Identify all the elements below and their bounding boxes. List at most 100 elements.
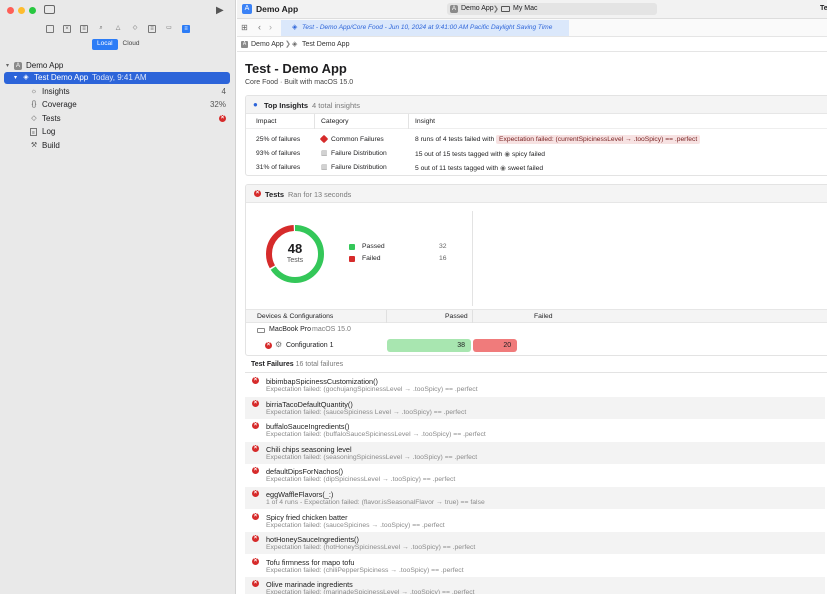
test-navigator-icon[interactable]: ◇ [131,25,139,33]
sidebar-item-tests[interactable]: ◇ Tests × [0,113,236,125]
test-failure-row[interactable]: × Olive marinade ingredients Expectation f… [245,577,825,594]
column-divider [314,114,315,129]
passed-legend-swatch [349,244,355,250]
insight-text-prefix: 15 out of 15 tests tagged with [415,151,503,158]
sidebar-item-insights[interactable]: ☼ Insights 4 [0,86,236,98]
insight-category: Failure Distribution [331,150,387,157]
insight-row[interactable]: 25% of failures Common Failures 8 runs o… [246,134,827,147]
run-button[interactable]: ▶ [216,5,224,16]
symbol-navigator-icon[interactable]: ≡ [80,25,88,33]
test-failure-row[interactable]: × birriaTacoDefaultQuantity() Expectation … [245,396,825,419]
failure-badge-icon: × [219,115,226,122]
legend-label: Failed [362,255,381,262]
test-failure-row[interactable]: × hotHoneySauceIngredients() Expectation f… [245,532,825,555]
zoom-window-button[interactable] [29,7,36,14]
configuration-name[interactable]: Configuration 1 [286,342,333,349]
tag-text: sweet failed [507,165,544,172]
failure-message: 1 of 4 runs - Expectation failed: (flavo… [266,499,485,506]
tag-icon: ◉ [504,151,511,158]
test-name: Tofu firmness for mapo tofu [266,557,355,567]
disclosure-chevron-icon[interactable]: ▾ [14,72,17,84]
failures-title: Test Failures [251,361,294,368]
tag-icon: ◉ [500,165,506,172]
failure-message: Expectation failed: (marinadeSpicinessLe… [266,589,475,594]
issue-navigator-icon[interactable]: △ [114,25,122,33]
insight-row[interactable]: 31% of failures ▥ Failure Distribution 5… [246,162,827,175]
failure-badge-icon: × [254,190,261,197]
panel-title: Top Insights [264,101,309,110]
failed-legend-swatch [349,256,355,262]
column-header[interactable]: Impact [256,118,276,125]
insight-impact: 25% of failures [256,136,301,143]
tab-path: Test - Demo App/Core Food - Jun 10, 2024… [302,24,553,31]
insight-row[interactable]: 93% of failures ▥ Failure Distribution 1… [246,148,827,161]
test-diamond-icon: ◈ [292,24,298,31]
column-divider [472,310,473,323]
device-os: macOS 15.0 [312,326,351,333]
navigator-selector-bar: × ≡ ⌕ △ ◇ ≡ ▭ ≡ [0,22,236,36]
column-header[interactable]: Category [321,118,349,125]
test-failure-row[interactable]: × Spicy fried chicken batter Expectation f… [245,510,825,532]
app-icon: A [14,62,22,70]
braces-icon: {} [31,101,37,108]
test-name: buffaloSauceIngredients() [266,422,350,432]
breadcrumb-item[interactable]: Test Demo App [302,37,349,52]
distribution-icon: ▥ [321,164,328,171]
test-failure-row[interactable]: × Tofu firmness for mapo tofu Expectation … [245,555,825,577]
test-name: birriaTacoDefaultQuantity() [266,399,353,409]
sidebar-item-label: Coverage [42,100,77,109]
test-failure-row[interactable]: × defaultDipsForNachos() Expectation faile… [245,464,825,486]
run-destination[interactable]: My Mac [513,5,538,12]
failure-badge-icon: × [252,535,259,543]
breakpoint-navigator-icon[interactable]: ▭ [165,25,173,33]
test-failure-row[interactable]: × buffaloSauceIngredients() Expectation fa… [245,419,825,441]
segment-local[interactable]: Local [92,39,118,50]
jump-bar: ⊞ ‹ › ◈ Test - Demo App/Core Food - Jun … [237,19,827,37]
project-name: Demo App [26,61,64,70]
disclosure-chevron-icon[interactable]: ▾ [6,60,9,72]
toolbar: A Demo App A Demo App ❯ My Mac Te [237,0,827,19]
failure-message: Expectation failed: (chiliPepperSpicines… [266,566,464,574]
find-navigator-icon[interactable]: ⌕ [97,25,105,33]
tree-project[interactable]: ▾ A Demo App [0,60,236,72]
test-failure-row[interactable]: × Chili chips seasoning level Expectation … [245,441,825,464]
sidebar-item-count: 32% [209,100,226,109]
failures-count: 16 total failures [295,361,344,368]
distribution-icon: ▥ [321,150,328,157]
sidebar-toggle-icon[interactable] [44,5,55,14]
column-divider [386,310,387,323]
project-navigator-icon[interactable] [46,25,54,33]
breadcrumb-item[interactable]: Demo App [251,37,284,52]
close-window-button[interactable] [7,7,14,14]
back-arrow-icon[interactable]: ‹ [258,22,261,32]
sidebar-item-coverage[interactable]: {} Coverage 32% [0,99,236,111]
sidebar-item-build[interactable]: ⚒ Build [0,140,236,152]
passed-count-bar[interactable]: 38 [387,339,471,352]
column-header[interactable]: Insight [415,118,435,125]
failed-count-bar[interactable]: 20 [473,339,518,352]
failure-message: Expectation failed: (dipSpicinessLevel →… [266,476,456,484]
column-header[interactable]: Devices & Configurations [257,313,333,320]
failure-message: Expectation failed: (gochujangSpicinessL… [266,386,478,393]
panel-duration: Ran for 13 seconds [288,190,352,199]
segment-cloud[interactable]: Cloud [118,39,145,50]
column-header[interactable]: Passed [445,313,468,320]
test-failure-row[interactable]: × eggWaffleFlavors(_:) 1 of 4 runs - Expec… [245,487,825,509]
grid-icon[interactable]: ⊞ [241,23,248,32]
debug-navigator-icon[interactable]: ≡ [148,25,156,33]
column-header[interactable]: Failed [534,313,553,320]
legend-label: Passed [362,243,385,250]
forward-arrow-icon[interactable]: › [269,22,272,32]
minimize-window-button[interactable] [18,7,25,14]
failed-count: 20 [503,342,512,349]
tree-test-run[interactable]: ▾ ◈ Test Demo App Today, 9:41 AM [4,72,230,84]
test-name: Spicy fried chicken batter [266,512,348,522]
failure-message: Expectation failed: (seasoningSpicinessL… [266,453,478,461]
test-failure-row[interactable]: × bibimbapSpicinessCustomization() Expecta… [245,374,825,396]
report-navigator-icon[interactable]: ≡ [182,25,190,33]
gear-icon: ⚙ [275,340,283,349]
active-tab[interactable]: ◈ Test - Demo App/Core Food - Jun 10, 20… [281,20,569,36]
test-run-name: Test Demo App [34,73,89,82]
source-control-icon[interactable]: × [63,25,71,33]
sidebar-item-log[interactable]: ≡ Log [0,126,236,138]
